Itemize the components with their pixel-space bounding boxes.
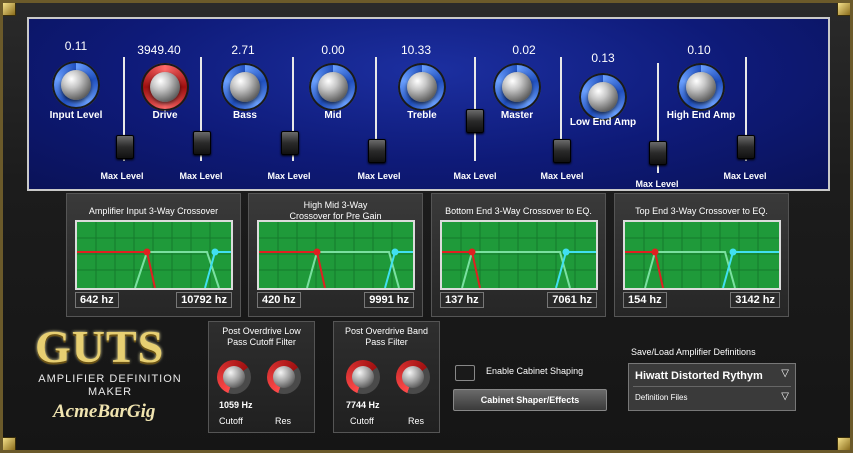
treble-knob[interactable] — [398, 63, 446, 111]
crossover-curve — [442, 222, 596, 288]
filter-title: Post Overdrive Band Pass Filter — [344, 326, 429, 347]
mid-max-label: Max Level — [357, 171, 401, 181]
input-level-knob[interactable] — [52, 61, 100, 109]
input-level-value: 0.11 — [64, 39, 88, 53]
cabinet-shaper-button[interactable]: Cabinet Shaper/Effects — [453, 389, 607, 411]
dropdown-arrow-icon[interactable]: ▽ — [781, 391, 789, 402]
crossover-title: High Mid 3-Way Crossover for Pre Gain — [289, 200, 382, 221]
crossover-low-freq: 420 hz — [257, 292, 301, 308]
mid-knob[interactable] — [309, 63, 357, 111]
divider — [633, 386, 791, 387]
bandpass-filter-panel: Post Overdrive Band Pass Filter 7744 Hz … — [333, 321, 440, 433]
app-window: 0.11 Input Level Max Level 3949.40 Drive… — [0, 0, 853, 453]
low-end-amp-max-fader[interactable] — [649, 141, 667, 165]
high-end-amp-value: 0.10 — [687, 43, 711, 57]
lowpass-filter-panel: Post Overdrive Low Pass Cutoff Filter 10… — [208, 321, 315, 433]
treble-value: 10.33 — [400, 43, 432, 57]
input-level-max-label: Max Level — [100, 171, 144, 181]
crossover-low-freq: 154 hz — [623, 292, 667, 308]
mid-value: 0.00 — [321, 43, 345, 57]
cutoff-label: Cutoff — [219, 416, 243, 426]
mid-max-fader[interactable] — [368, 139, 386, 163]
crossover-graph[interactable] — [257, 220, 415, 290]
crossover-panel-amp-input: Amplifier Input 3-Way Crossover 642 hz 1… — [66, 193, 241, 317]
saveload-box: Hiwatt Distorted Rythym ▽ Definition Fil… — [628, 363, 796, 411]
bass-knob[interactable] — [221, 63, 269, 111]
saveload-label: Save/Load Amplifier Definitions — [631, 347, 756, 357]
amp-controls-panel: 0.11 Input Level Max Level 3949.40 Drive… — [27, 17, 830, 191]
high-end-amp-label: High End Amp — [666, 110, 736, 121]
definition-select[interactable]: Hiwatt Distorted Rythym — [635, 370, 763, 382]
lowpass-cutoff-value: 1059 Hz — [219, 400, 253, 410]
low-end-amp-max-label: Max Level — [635, 179, 679, 189]
logo-subtitle: AMPLIFIER DEFINITION MAKER — [38, 373, 182, 398]
low-end-amp-value: 0.13 — [591, 51, 615, 65]
drive-knob[interactable] — [141, 63, 189, 111]
bandpass-cutoff-knob[interactable] — [346, 360, 380, 394]
bass-max-label: Max Level — [267, 171, 311, 181]
logo-title: GUTS — [35, 321, 165, 372]
crossover-title: Amplifier Input 3-Way Crossover — [88, 206, 219, 216]
corner-ornament — [837, 3, 850, 16]
crossover-graph[interactable] — [75, 220, 233, 290]
guts-logo: GUTS AMPLIFIER DEFINITION MAKER AcmeBarG… — [35, 323, 205, 423]
res-label: Res — [408, 416, 425, 426]
crossover-panel-top-end: Top End 3-Way Crossover to EQ. 154 hz 31… — [614, 193, 789, 317]
master-knob[interactable] — [493, 63, 541, 111]
treble-label: Treble — [407, 110, 437, 121]
bass-value: 2.71 — [231, 43, 255, 57]
crossover-high-freq: 7061 hz — [547, 292, 597, 308]
cutoff-label: Cutoff — [350, 416, 374, 426]
crossover-graph[interactable] — [440, 220, 598, 290]
treble-max-label: Max Level — [453, 171, 497, 181]
bass-max-fader[interactable] — [281, 131, 299, 155]
crossover-title: Bottom End 3-Way Crossover to EQ. — [445, 206, 592, 216]
dropdown-arrow-icon[interactable]: ▽ — [781, 368, 789, 379]
crossover-curve — [77, 222, 231, 288]
crossover-curve — [259, 222, 413, 288]
crossover-panel-bottom-end: Bottom End 3-Way Crossover to EQ. 137 hz… — [431, 193, 606, 317]
crossover-high-freq: 10792 hz — [176, 292, 232, 308]
corner-ornament — [837, 437, 850, 450]
bandpass-res-knob[interactable] — [396, 360, 430, 394]
low-end-amp-knob[interactable] — [579, 73, 627, 121]
crossover-high-freq: 9991 hz — [364, 292, 414, 308]
crossover-curve — [625, 222, 779, 288]
drive-max-fader[interactable] — [193, 131, 211, 155]
filter-title: Post Overdrive Low Pass Cutoff Filter — [222, 326, 301, 347]
high-end-amp-knob[interactable] — [677, 63, 725, 111]
crossover-high-freq: 3142 hz — [730, 292, 780, 308]
crossover-panel-high-mid: High Mid 3-Way Crossover for Pre Gain 42… — [248, 193, 423, 317]
crossover-low-freq: 642 hz — [75, 292, 119, 308]
corner-ornament — [3, 3, 16, 16]
corner-ornament — [3, 437, 16, 450]
crossover-title: Top End 3-Way Crossover to EQ. — [635, 206, 768, 216]
res-label: Res — [275, 416, 292, 426]
master-max-fader[interactable] — [553, 139, 571, 163]
logo-brand: AcmeBarGig — [53, 401, 156, 422]
enable-cabinet-checkbox[interactable] — [455, 365, 475, 381]
lowpass-res-knob[interactable] — [267, 360, 301, 394]
master-value: 0.02 — [512, 43, 536, 57]
drive-value: 3949.40 — [137, 43, 181, 57]
high-end-amp-max-fader[interactable] — [737, 135, 755, 159]
lowpass-cutoff-knob[interactable] — [217, 360, 251, 394]
enable-cabinet-label: Enable Cabinet Shaping — [486, 366, 584, 376]
crossover-low-freq: 137 hz — [440, 292, 484, 308]
crossover-graph[interactable] — [623, 220, 781, 290]
low-end-amp-label: Low End Amp — [569, 117, 637, 128]
high-end-amp-max-label: Max Level — [723, 171, 767, 181]
definition-files-select[interactable]: Definition Files — [635, 393, 687, 402]
input-level-max-fader[interactable] — [116, 135, 134, 159]
drive-max-label: Max Level — [179, 171, 223, 181]
master-max-label: Max Level — [540, 171, 584, 181]
bandpass-cutoff-value: 7744 Hz — [346, 400, 380, 410]
